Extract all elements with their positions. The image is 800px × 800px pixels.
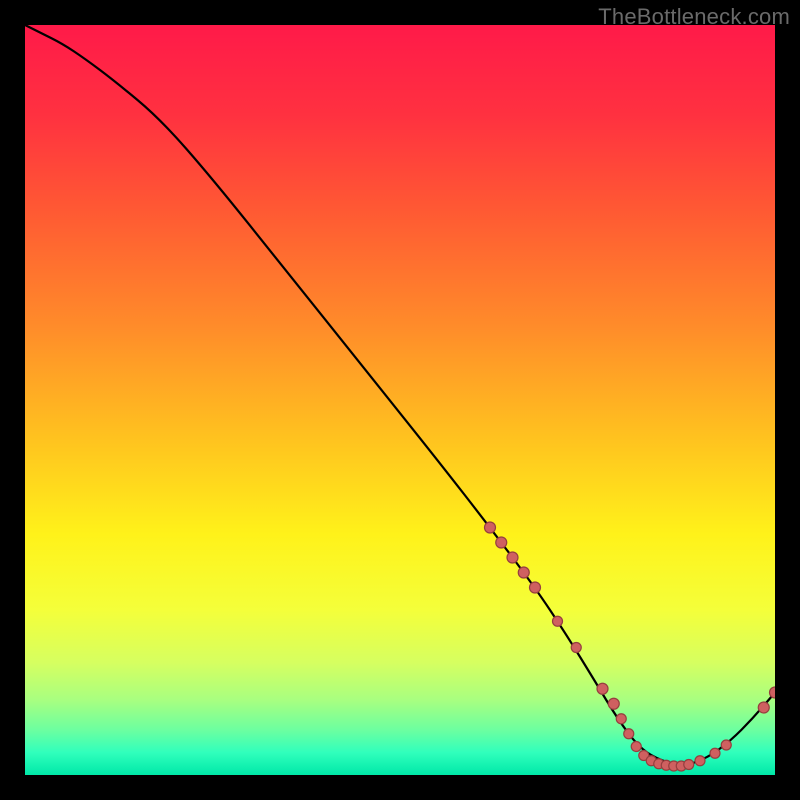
data-point bbox=[684, 760, 694, 770]
data-point bbox=[507, 552, 518, 563]
points-layer bbox=[25, 25, 775, 775]
data-point bbox=[553, 616, 563, 626]
data-point bbox=[695, 756, 705, 766]
watermark-text: TheBottleneck.com bbox=[598, 4, 790, 30]
data-point bbox=[758, 702, 769, 713]
data-point bbox=[710, 748, 720, 758]
plot-area bbox=[25, 25, 775, 775]
data-point bbox=[530, 582, 541, 593]
data-point bbox=[496, 537, 507, 548]
data-point bbox=[608, 698, 619, 709]
data-point bbox=[485, 522, 496, 533]
data-point bbox=[571, 643, 581, 653]
chart-container: TheBottleneck.com bbox=[0, 0, 800, 800]
data-point bbox=[597, 683, 608, 694]
data-point bbox=[616, 714, 626, 724]
data-point bbox=[631, 742, 641, 752]
data-point bbox=[721, 740, 731, 750]
data-point bbox=[518, 567, 529, 578]
data-point bbox=[770, 687, 776, 698]
data-point bbox=[624, 729, 634, 739]
